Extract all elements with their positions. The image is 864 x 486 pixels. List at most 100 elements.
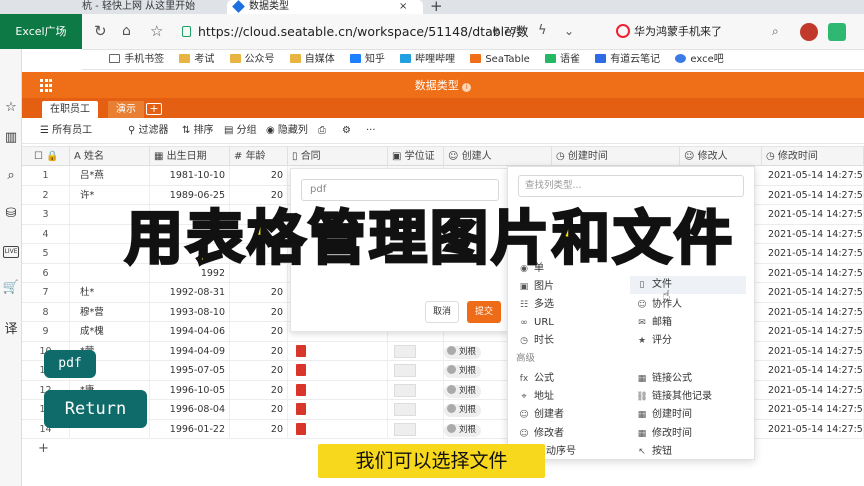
book-icon[interactable]: ▥ bbox=[2, 130, 20, 145]
bookmark-item[interactable]: 知乎 bbox=[349, 50, 385, 69]
tab-employees[interactable]: 在职员工 bbox=[42, 101, 98, 118]
browser-tab-home[interactable]: 杭 - 轻快上网 从这里开始 bbox=[0, 0, 220, 14]
menu-item-modifier[interactable]: ☺ 修改者 bbox=[518, 426, 564, 442]
menu-item-image[interactable]: ▣ 图片 bbox=[518, 279, 554, 295]
age-cell[interactable]: 20 bbox=[230, 419, 288, 439]
name-cell[interactable]: 穆*营 bbox=[70, 302, 150, 322]
degree-cell[interactable] bbox=[388, 400, 444, 419]
extension-icon[interactable] bbox=[800, 23, 818, 41]
url-field[interactable]: https://cloud.seatable.cn/workspace/5114… bbox=[198, 21, 618, 43]
birthdate-cell[interactable]: 1996-08-04 bbox=[150, 400, 230, 419]
contract-cell[interactable] bbox=[288, 400, 388, 419]
reload-icon[interactable]: ↻ bbox=[94, 21, 107, 41]
column-type-search[interactable]: 查找列类型... bbox=[518, 175, 744, 197]
menu-item-button[interactable]: ↖ 按钮 bbox=[636, 444, 672, 460]
dropdown-icon[interactable]: ⌄ bbox=[564, 21, 574, 41]
birthdate-cell[interactable]: 1995-07-05 bbox=[150, 361, 230, 380]
menu-item-duration[interactable]: ◷ 时长 bbox=[518, 333, 554, 349]
browser-tab-active[interactable]: 数据类型 bbox=[227, 0, 423, 14]
menu-item-url[interactable]: ∞ URL bbox=[518, 315, 554, 331]
bookmark-item[interactable]: SeaTable bbox=[470, 50, 530, 69]
menu-item-auto-number[interactable]: 动序号 bbox=[546, 444, 576, 460]
bookmark-item[interactable]: exce吧 bbox=[675, 50, 724, 69]
menu-item-rating[interactable]: ★ 评分 bbox=[636, 333, 672, 349]
column-header-age[interactable]: # 年龄 bbox=[230, 147, 288, 166]
age-cell[interactable]: 20 bbox=[230, 166, 288, 185]
degree-cell[interactable] bbox=[388, 419, 444, 439]
menu-item-link-formula[interactable]: ▦ 链接公式 bbox=[636, 371, 692, 387]
menu-item-creator[interactable]: ☺ 创建者 bbox=[518, 407, 564, 423]
close-tab-icon[interactable]: × bbox=[399, 0, 407, 13]
search-icon[interactable]: ⌕ bbox=[2, 168, 20, 183]
bookmark-item[interactable]: 语雀 bbox=[545, 50, 580, 69]
cart-icon[interactable]: 🛒 bbox=[2, 280, 20, 295]
info-icon[interactable]: i bbox=[462, 83, 472, 92]
column-header-modified-time[interactable]: ◷ 修改时间 bbox=[762, 147, 864, 166]
birthdate-cell[interactable]: 1996-10-05 bbox=[150, 380, 230, 400]
home-icon[interactable]: ⌂ bbox=[122, 21, 131, 41]
sort-button[interactable]: ⇅ 排序 bbox=[182, 118, 214, 144]
menu-item-email[interactable]: ✉ 邮箱 bbox=[636, 315, 672, 331]
column-header-created-time[interactable]: ◷ 创建时间 bbox=[552, 147, 680, 166]
name-cell[interactable]: 成*槐 bbox=[70, 322, 150, 341]
bookmark-item[interactable]: 有道云笔记 bbox=[595, 50, 660, 69]
add-row-button[interactable]: + bbox=[38, 441, 49, 456]
column-header-modifier[interactable]: ☺ 修改人 bbox=[680, 147, 762, 166]
more-button[interactable]: ··· bbox=[366, 118, 376, 144]
hide-columns-button[interactable]: ◉ 隐藏列 bbox=[266, 118, 308, 144]
contract-cell[interactable] bbox=[288, 419, 388, 439]
live-icon[interactable]: LIVE bbox=[3, 246, 19, 258]
birthdate-cell[interactable]: 1981-10-10 bbox=[150, 166, 230, 185]
bookmark-item[interactable]: 公众号 bbox=[229, 50, 275, 69]
age-cell[interactable]: 20 bbox=[230, 322, 288, 341]
contract-cell[interactable] bbox=[288, 361, 388, 380]
cancel-button[interactable]: 取消 bbox=[425, 301, 459, 323]
menu-item-modified-time[interactable]: ▦ 修改时间 bbox=[636, 426, 692, 442]
age-cell[interactable]: 20 bbox=[230, 380, 288, 400]
name-cell[interactable]: 吕*燕 bbox=[70, 166, 150, 185]
menu-item-link-record[interactable]: ⛓ 链接其他记录 bbox=[636, 389, 712, 405]
print-icon[interactable]: ⎙ bbox=[318, 118, 326, 144]
submit-button[interactable]: 提交 bbox=[467, 301, 501, 323]
news-search[interactable]: 华为鸿蒙手机来了 bbox=[612, 21, 760, 43]
degree-cell[interactable] bbox=[388, 341, 444, 361]
package-icon[interactable]: ⛁ bbox=[2, 206, 20, 221]
wechat-icon[interactable] bbox=[828, 23, 846, 41]
column-name-input[interactable]: pdf bbox=[301, 179, 499, 201]
lightning-icon[interactable]: ϟ bbox=[538, 21, 547, 41]
age-cell[interactable]: 20 bbox=[230, 400, 288, 419]
favorite-icon[interactable]: ☆ bbox=[150, 21, 163, 41]
birthdate-cell[interactable]: 1994-04-09 bbox=[150, 341, 230, 361]
column-header-name[interactable]: A 姓名 bbox=[70, 147, 150, 166]
new-tab-button[interactable]: + bbox=[430, 0, 443, 14]
age-cell[interactable]: 20 bbox=[230, 283, 288, 302]
age-cell[interactable]: 20 bbox=[230, 302, 288, 322]
degree-cell[interactable] bbox=[388, 361, 444, 380]
bookmark-item[interactable]: 哔哩哔哩 bbox=[400, 50, 455, 69]
search-icon[interactable]: ⌕ bbox=[772, 21, 779, 41]
filter-button[interactable]: ⚲ 过滤器 bbox=[128, 118, 169, 144]
bookmark-item[interactable]: 自媒体 bbox=[289, 50, 335, 69]
age-cell[interactable]: 20 bbox=[230, 361, 288, 380]
menu-item-multi-select[interactable]: ☷ 多选 bbox=[518, 297, 554, 313]
settings-icon[interactable]: ⚙ bbox=[342, 118, 351, 144]
column-header-degree[interactable]: ▣ 学位证 bbox=[388, 147, 444, 166]
bookmark-item[interactable]: 手机书签 bbox=[109, 50, 164, 69]
age-cell[interactable]: 20 bbox=[230, 341, 288, 361]
menu-item-address[interactable]: ⌖ 地址 bbox=[518, 389, 554, 405]
view-selector[interactable]: ☰ 所有员工 bbox=[40, 118, 92, 144]
zoom-level[interactable]: ⊕ 75% bbox=[492, 22, 526, 42]
column-header-contract[interactable]: ▯ 合同 bbox=[288, 147, 388, 166]
menu-item-formula[interactable]: fx 公式 bbox=[518, 371, 554, 387]
contract-cell[interactable] bbox=[288, 380, 388, 400]
column-header-creator[interactable]: ☺ 创建人 bbox=[444, 147, 552, 166]
birthdate-cell[interactable]: 1996-01-22 bbox=[150, 419, 230, 439]
birthdate-cell[interactable]: 1992-08-31 bbox=[150, 283, 230, 302]
translate-icon[interactable]: 译 bbox=[2, 318, 20, 337]
star-icon[interactable]: ☆ bbox=[2, 100, 20, 115]
menu-item-created-time[interactable]: ▦ 创建时间 bbox=[636, 407, 692, 423]
add-table-button[interactable]: + bbox=[146, 103, 162, 115]
birthdate-cell[interactable]: 1993-08-10 bbox=[150, 302, 230, 322]
bookmark-item[interactable]: 考试 bbox=[179, 50, 214, 69]
tab-demo[interactable]: 演示 bbox=[108, 101, 144, 118]
